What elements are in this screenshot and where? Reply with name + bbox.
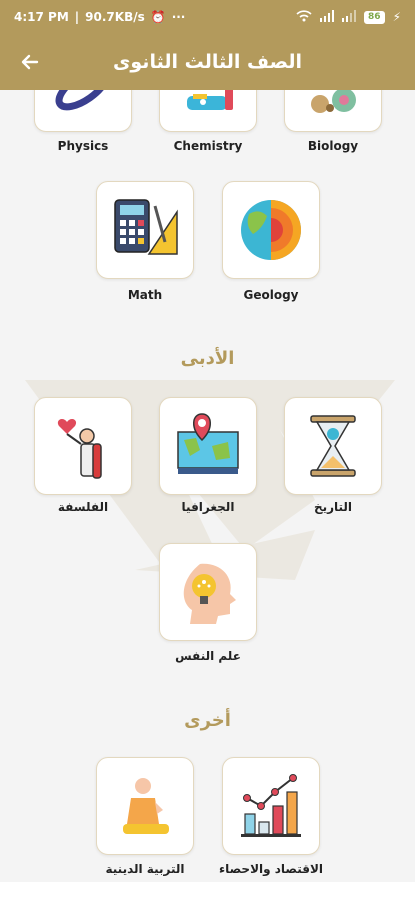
philosophy-icon bbox=[57, 419, 102, 479]
chemistry-icon bbox=[187, 90, 233, 110]
alarm-icon: ⏰ bbox=[150, 10, 166, 24]
subject-card-physics[interactable] bbox=[34, 90, 132, 132]
subject-card-chemistry[interactable] bbox=[159, 90, 257, 132]
religion-icon bbox=[123, 778, 169, 834]
signal-icon-2 bbox=[342, 9, 357, 25]
status-dots: ··· bbox=[171, 10, 186, 24]
arrow-left-icon[interactable] bbox=[14, 46, 46, 78]
biology-icon bbox=[311, 90, 356, 113]
subject-label-economics: الاقتصاد والاحصاء bbox=[218, 862, 324, 876]
psychology-icon bbox=[183, 563, 236, 624]
subject-label-philosophy: الفلسفة bbox=[57, 500, 109, 514]
history-icon bbox=[310, 415, 356, 477]
system-nav-bar bbox=[0, 882, 415, 900]
status-bar: 4:17 PM | 90.7KB/s ⏰ ··· 86 ⚡ bbox=[0, 0, 415, 34]
battery-icon: 86 bbox=[364, 10, 385, 24]
math-icon bbox=[114, 199, 178, 255]
subject-label-chemistry: Chemistry bbox=[173, 139, 243, 153]
subject-card-geography[interactable] bbox=[159, 397, 257, 495]
subject-card-psychology[interactable] bbox=[159, 543, 257, 641]
app-bar: الصف الثالث الثانوى bbox=[0, 34, 415, 90]
section-title-other: أخرى bbox=[184, 710, 231, 731]
physics-icon bbox=[55, 90, 111, 111]
charging-icon: ⚡ bbox=[392, 10, 401, 24]
economics-icon bbox=[241, 774, 301, 837]
subject-card-geology[interactable] bbox=[222, 181, 320, 279]
status-speed: 90.7KB/s bbox=[85, 10, 145, 24]
status-divider: | bbox=[74, 10, 80, 24]
geography-icon bbox=[177, 413, 239, 474]
section-title-literary: الأدبى bbox=[180, 348, 235, 369]
subject-label-history: التاريخ bbox=[313, 500, 353, 514]
subject-card-history[interactable] bbox=[284, 397, 382, 495]
subject-label-math: Math bbox=[127, 288, 163, 302]
page-title: الصف الثالث الثانوى bbox=[112, 51, 302, 73]
geology-icon bbox=[241, 200, 301, 260]
status-time: 4:17 PM bbox=[14, 10, 69, 24]
subject-label-psychology: علم النفس bbox=[175, 649, 241, 663]
subject-label-religion: التربية الدينية bbox=[105, 862, 185, 876]
subject-card-biology[interactable] bbox=[284, 90, 382, 132]
subject-label-biology: Biology bbox=[307, 139, 359, 153]
subject-card-philosophy[interactable] bbox=[34, 397, 132, 495]
subject-card-religion[interactable] bbox=[96, 757, 194, 855]
subject-label-geology: Geology bbox=[243, 288, 299, 302]
wifi-icon bbox=[296, 9, 312, 25]
subjects-list: Physics Chemistry Biology Math Geology ا… bbox=[0, 90, 415, 882]
subject-card-math[interactable] bbox=[96, 181, 194, 279]
subject-label-physics: Physics bbox=[57, 139, 109, 153]
signal-icon bbox=[320, 9, 335, 25]
subject-label-geography: الجغرافيا bbox=[181, 500, 235, 514]
subject-card-economics[interactable] bbox=[222, 757, 320, 855]
